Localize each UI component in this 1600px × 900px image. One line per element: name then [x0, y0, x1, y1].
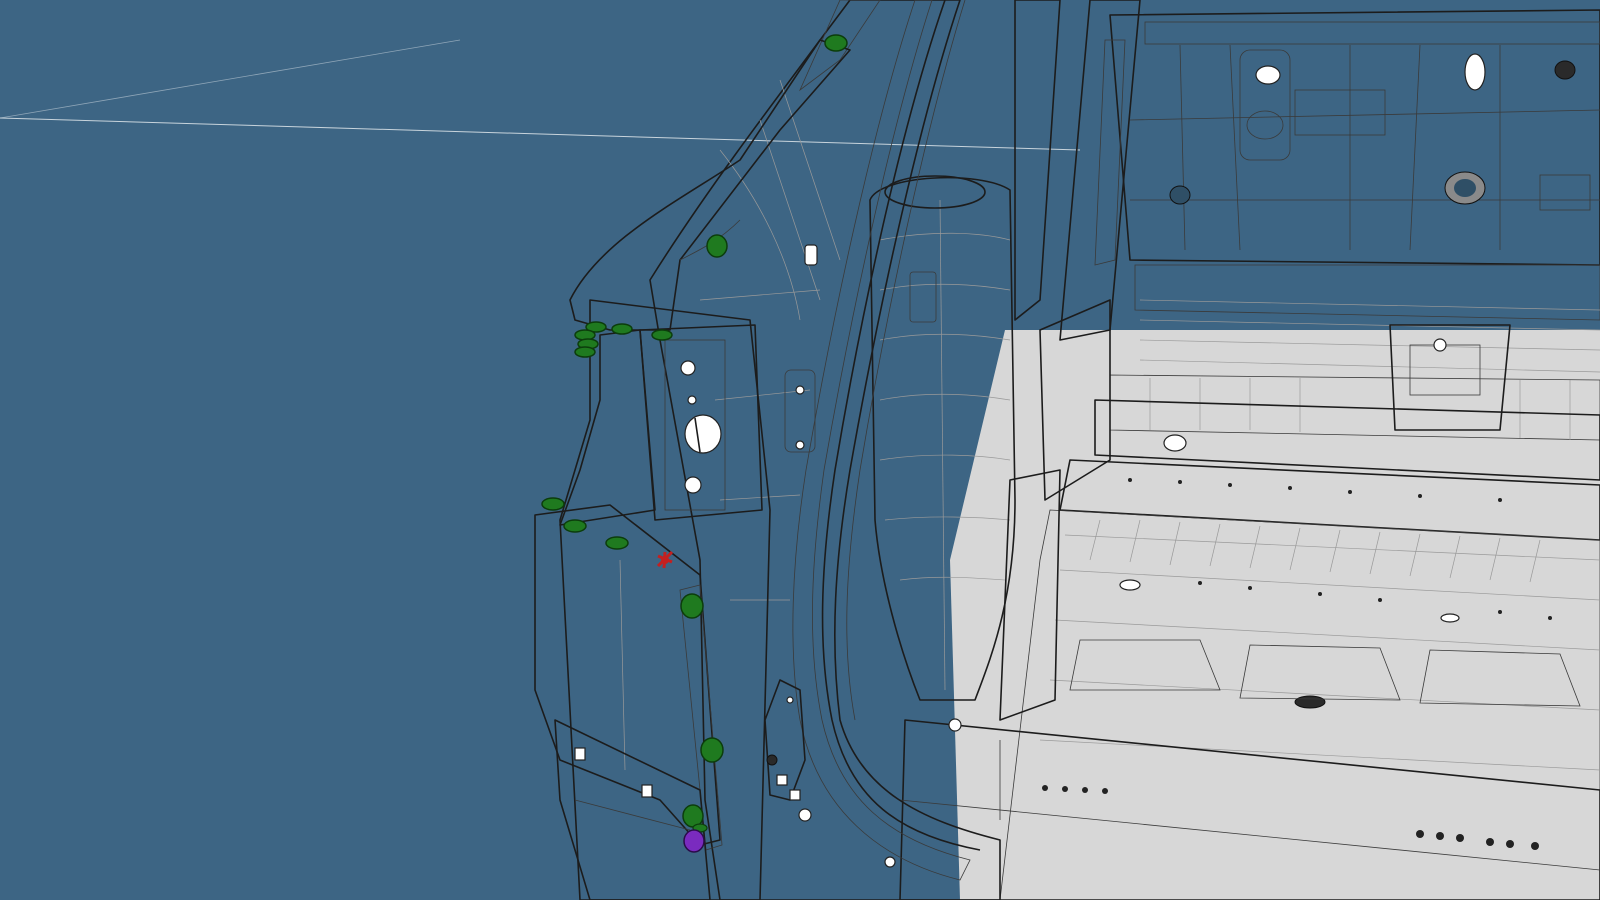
car-body-model[interactable] — [0, 0, 1600, 900]
green-marker[interactable] — [605, 536, 629, 550]
green-marker[interactable] — [651, 329, 673, 341]
floor-assembly — [899, 9, 1600, 900]
reference-lines — [0, 39, 1081, 151]
purple-marker[interactable] — [683, 829, 705, 853]
green-marker[interactable] — [541, 497, 565, 511]
red-marker[interactable] — [656, 550, 674, 569]
green-marker[interactable] — [700, 737, 724, 763]
green-marker[interactable] — [611, 323, 633, 335]
green-marker[interactable] — [680, 593, 704, 619]
green-marker[interactable] — [824, 34, 848, 52]
green-marker[interactable] — [706, 234, 728, 258]
green-marker[interactable] — [563, 519, 587, 533]
green-marker[interactable] — [574, 346, 596, 358]
cad-3d-viewport[interactable] — [0, 0, 1600, 900]
tail-lamp-housing — [534, 39, 851, 900]
